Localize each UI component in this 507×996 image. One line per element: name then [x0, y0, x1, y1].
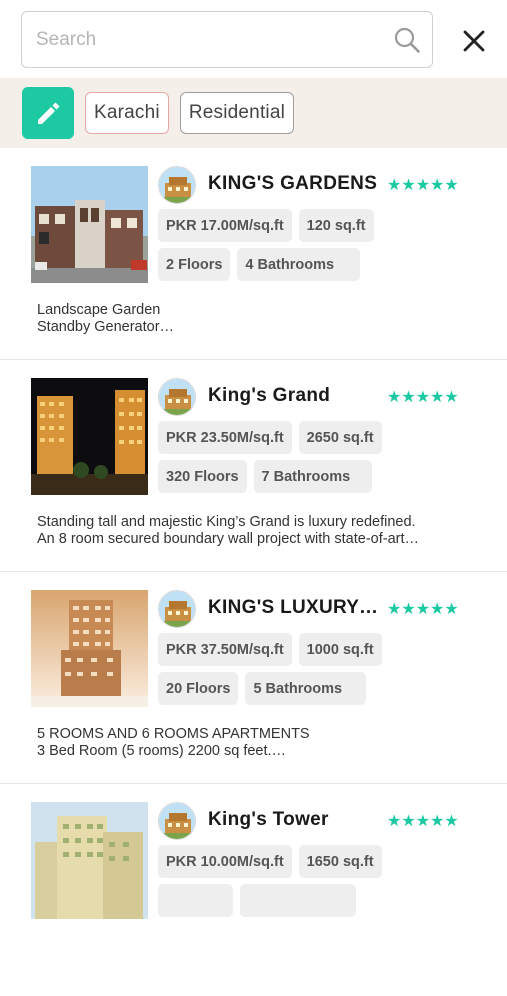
listing-tags: PKR 10.00M/sq.ft 1650 sq.ft [158, 845, 388, 917]
developer-logo [158, 166, 196, 204]
filter-bar: Karachi Residential [0, 78, 507, 148]
listing-description: 5 ROOMS AND 6 ROOMS APARTMENTS 3 Bed Roo… [37, 726, 477, 760]
rating-stars: ★★★★★ [387, 601, 459, 618]
rating-stars: ★★★★★ [387, 813, 459, 830]
developer-logo [158, 378, 196, 416]
floors-tag: 320 Floors [158, 460, 247, 493]
listing-card[interactable]: King's Grand ★★★★★ PKR 23.50M/sq.ft 2650… [0, 360, 507, 572]
listing-tags: PKR 37.50M/sq.ft 1000 sq.ft 20 Floors 5 … [158, 633, 388, 705]
bathrooms-tag [240, 884, 356, 917]
developer-logo [158, 590, 196, 628]
developer-logo [158, 802, 196, 840]
area-tag: 2650 sq.ft [298, 421, 382, 454]
listing-list: KING'S GARDENS ★★★★★ PKR 17.00M/sq.ft 12… [0, 148, 507, 996]
listing-card[interactable]: King's Tower ★★★★★ PKR 10.00M/sq.ft 1650… [0, 784, 507, 996]
bathrooms-tag: 4 Bathrooms [237, 248, 361, 281]
search-box[interactable] [21, 11, 433, 68]
search-icon[interactable] [392, 25, 422, 55]
rating-stars: ★★★★★ [387, 389, 459, 406]
listing-title[interactable]: King's Grand [208, 385, 380, 407]
price-tag: PKR 10.00M/sq.ft [158, 845, 292, 878]
rating-stars: ★★★★★ [387, 177, 459, 194]
bathrooms-tag: 5 Bathrooms [245, 672, 367, 705]
listing-title[interactable]: KING'S GARDENS [208, 173, 380, 195]
area-tag: 1650 sq.ft [298, 845, 382, 878]
listing-title[interactable]: KING'S LUXURY RESIDENCY [208, 597, 380, 619]
area-tag: 1000 sq.ft [298, 633, 382, 666]
price-tag: PKR 17.00M/sq.ft [158, 209, 292, 242]
price-tag: PKR 23.50M/sq.ft [158, 421, 292, 454]
property-type-filter-chip[interactable]: Residential [179, 92, 295, 134]
property-photo[interactable] [31, 590, 148, 707]
close-button[interactable] [456, 25, 492, 57]
property-photo[interactable] [31, 378, 148, 495]
description-line: 3 Bed Room (5 rooms) 2200 sq feet.… [37, 743, 287, 759]
price-tag: PKR 37.50M/sq.ft [158, 633, 292, 666]
description-line: Landscape Garden [37, 302, 161, 318]
floors-tag: 20 Floors [158, 672, 239, 705]
description-line: 5 ROOMS AND 6 ROOMS APARTMENTS [37, 726, 310, 742]
city-filter-chip[interactable]: Karachi [85, 92, 169, 134]
listing-title[interactable]: King's Tower [208, 809, 380, 831]
close-icon [463, 30, 485, 52]
description-line: An 8 room secured boundary wall project … [37, 531, 420, 547]
description-line: Standby Generator… [37, 319, 175, 335]
description-line: Standing tall and majestic King’s Grand … [37, 514, 416, 530]
floors-tag: 2 Floors [158, 248, 231, 281]
listing-description: Landscape Garden Standby Generator… [37, 302, 477, 336]
floors-tag [158, 884, 233, 917]
listing-description: Standing tall and majestic King’s Grand … [37, 514, 477, 548]
listing-card[interactable]: KING'S LUXURY RESIDENCY ★★★★★ PKR 37.50M… [0, 572, 507, 784]
listing-tags: PKR 23.50M/sq.ft 2650 sq.ft 320 Floors 7… [158, 421, 388, 493]
pencil-icon [38, 102, 60, 124]
area-tag: 120 sq.ft [298, 209, 374, 242]
listing-card[interactable]: KING'S GARDENS ★★★★★ PKR 17.00M/sq.ft 12… [0, 148, 507, 360]
search-input[interactable] [34, 27, 392, 52]
property-photo[interactable] [31, 166, 148, 283]
property-photo[interactable] [31, 802, 148, 919]
edit-filters-button[interactable] [22, 87, 74, 139]
bathrooms-tag: 7 Bathrooms [253, 460, 373, 493]
listing-tags: PKR 17.00M/sq.ft 120 sq.ft 2 Floors 4 Ba… [158, 209, 388, 281]
